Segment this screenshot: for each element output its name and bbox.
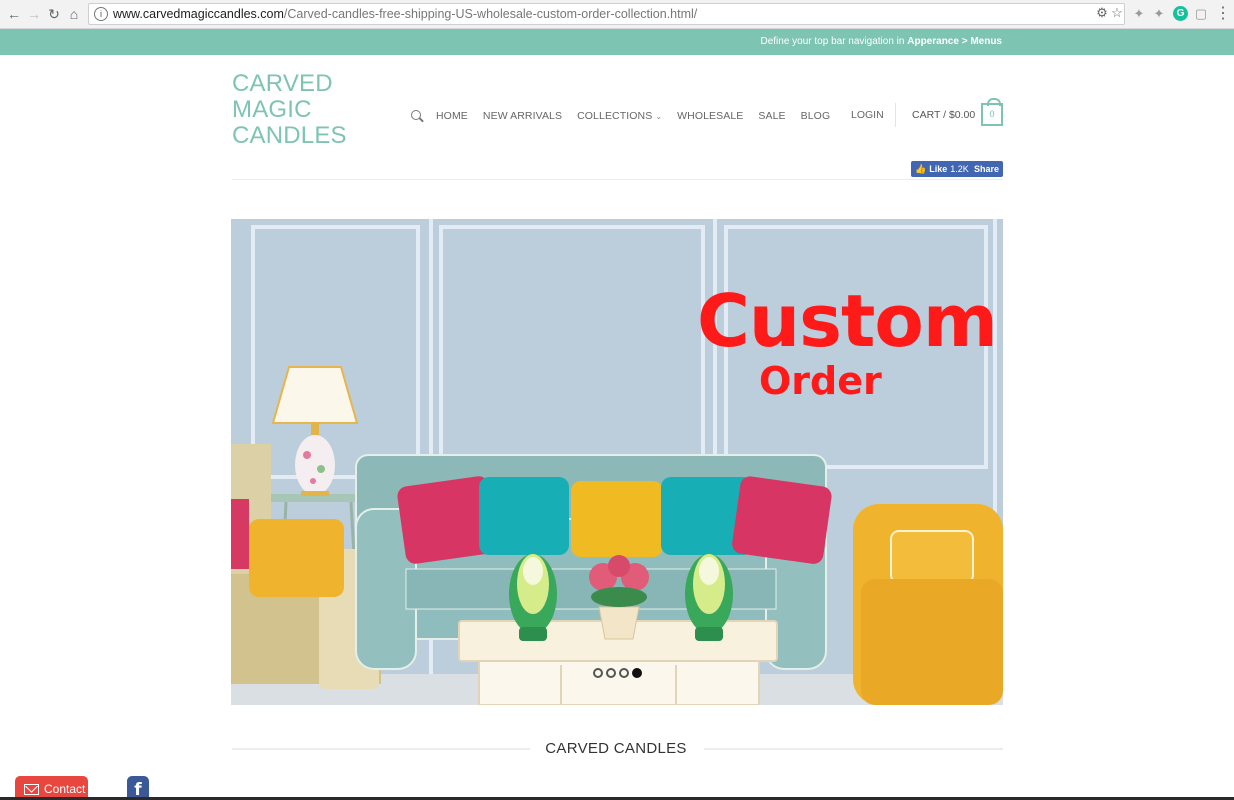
nav-item-new-arrivals[interactable]: NEW ARRIVALS	[483, 110, 562, 122]
thumbs-up-icon: 👍	[915, 163, 927, 174]
top-bar-prefix: Define your top bar navigation in	[760, 36, 908, 47]
main-nav: HOME NEW ARRIVALS COLLECTIONS ⌄ WHOLESALE…	[410, 108, 845, 124]
search-icon[interactable]	[410, 109, 424, 123]
slider-dots	[593, 668, 642, 678]
cart-link[interactable]: CART / $0.00	[912, 109, 975, 121]
info-icon[interactable]: i	[94, 7, 108, 21]
facebook-share-button[interactable]: Share	[970, 161, 1004, 177]
hero-subtitle: Order	[759, 359, 882, 403]
top-bar-link[interactable]: Apperance > Menus	[907, 36, 1002, 47]
slider-dot[interactable]	[619, 668, 629, 678]
translate-icon[interactable]: ⚙	[1094, 5, 1110, 21]
chevron-down-icon: ⌄	[655, 111, 663, 121]
forward-icon[interactable]: →	[24, 4, 44, 24]
like-count: 1.2K	[950, 164, 969, 174]
home-icon[interactable]: ⌂	[64, 4, 84, 24]
reload-icon[interactable]: ↻	[44, 4, 64, 24]
url-path: /Carved-candles-free-shipping-US-wholesa…	[283, 7, 698, 21]
divider	[895, 103, 896, 127]
grammarly-icon[interactable]: G	[1173, 6, 1188, 21]
nav-item-wholesale[interactable]: WHOLESALE	[677, 110, 743, 122]
address-bar[interactable]: i www.carvedmagiccandles.com/Carved-cand…	[88, 3, 1125, 25]
header-divider	[232, 179, 1003, 180]
cart-bag-icon[interactable]: 0	[981, 98, 1003, 126]
logo-line: CANDLES	[232, 122, 347, 149]
slider-dot[interactable]	[593, 668, 603, 678]
nav-item-label: COLLECTIONS	[577, 110, 653, 122]
logo-line: MAGIC	[232, 96, 312, 123]
logo-line: CARVED	[232, 70, 333, 97]
hero-slider[interactable]: Custom Order	[231, 219, 1003, 705]
hero-title: Custom	[697, 279, 998, 363]
facebook-like-button[interactable]: 👍 Like 1.2K	[911, 161, 973, 177]
nav-item-collections[interactable]: COLLECTIONS ⌄	[577, 110, 662, 122]
slider-dot[interactable]	[606, 668, 616, 678]
slider-dot-active[interactable]	[632, 668, 642, 678]
mail-icon	[24, 783, 39, 795]
login-link[interactable]: LOGIN	[851, 109, 884, 121]
section-divider	[704, 748, 1003, 750]
top-bar: Define your top bar navigation in Appera…	[0, 29, 1234, 55]
like-label: Like	[929, 164, 948, 174]
nav-item-home[interactable]: HOME	[436, 110, 468, 122]
menu-icon[interactable]: ⋮	[1215, 4, 1231, 24]
contact-label: Contact	[44, 782, 86, 796]
browser-toolbar: ← → ↻ ⌂ i www.carvedmagiccandles.com/Car…	[0, 0, 1234, 29]
url-host: www.carvedmagiccandles.com	[113, 7, 284, 21]
section-title: CARVED CANDLES	[545, 740, 687, 757]
extension-icon[interactable]: ✦	[1151, 6, 1167, 22]
extension-icon[interactable]: ✦	[1131, 6, 1147, 22]
extension-icon[interactable]: ▢	[1193, 6, 1209, 22]
top-bar-text: Define your top bar navigation in Appera…	[760, 36, 1002, 47]
section-divider	[232, 748, 530, 750]
back-icon[interactable]: ←	[4, 4, 24, 24]
star-icon[interactable]: ☆	[1109, 5, 1125, 21]
nav-item-blog[interactable]: BLOG	[801, 110, 831, 122]
site-logo[interactable]: CARVED MAGIC CANDLES	[232, 71, 392, 149]
cart-count: 0	[989, 109, 995, 119]
nav-item-sale[interactable]: SALE	[758, 110, 785, 122]
